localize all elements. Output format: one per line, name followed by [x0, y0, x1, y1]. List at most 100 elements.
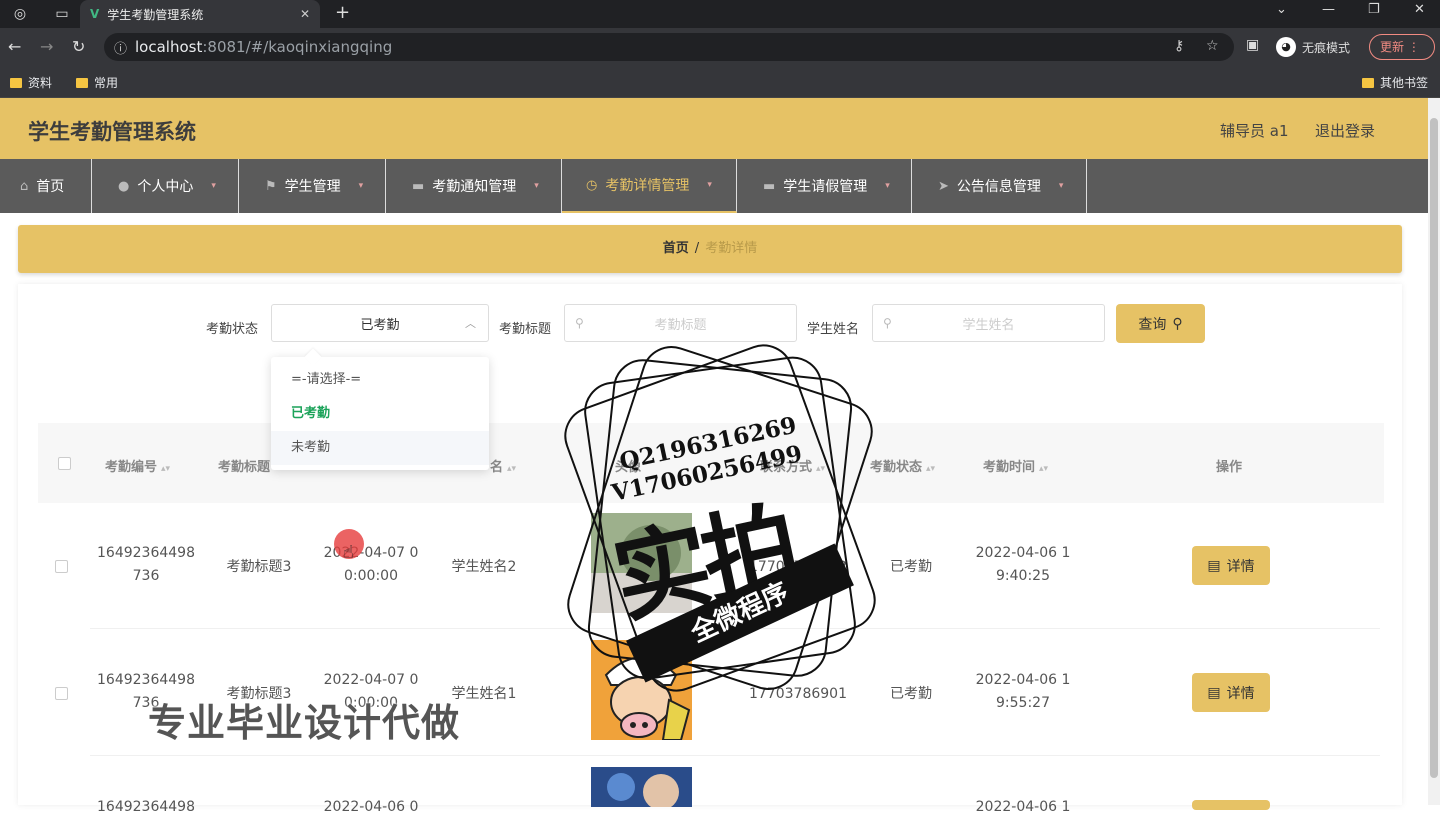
detail-button[interactable]: ▤ 详情 [1192, 673, 1270, 712]
col-header-status[interactable]: 考勤状态 ▴▾ [870, 456, 935, 475]
nav-item-attendance-detail[interactable]: ◷ 考勤详情管理 ▾ [562, 159, 737, 213]
browser-toolbar: ← → ↻ ⓘ localhost:8081/#/kaoqinxiangqing… [0, 28, 1440, 66]
chevron-down-icon[interactable]: ⌄ [1276, 2, 1287, 17]
hand-cursor-icon: ☝ [343, 542, 354, 563]
home-icon: ⌂ [20, 178, 29, 194]
message-icon: ▬ [763, 178, 776, 194]
folder-icon [1362, 77, 1374, 88]
sort-icon[interactable]: ▴▾ [161, 464, 170, 474]
app-header: 学生考勤管理系统 辅导员 a1 退出登录 [0, 98, 1428, 159]
nav-item-students[interactable]: ⚑ 学生管理 ▾ [239, 159, 386, 213]
row-checkbox[interactable] [55, 687, 68, 700]
browser-tab-bar: ◎ ▭ V 学生考勤管理系统 ✕ + ⌄ — ❐ ✕ [0, 0, 1440, 28]
nav-item-notice[interactable]: ▬ 考勤通知管理 ▾ [386, 159, 562, 213]
logout-link[interactable]: 退出登录 [1315, 120, 1375, 141]
detail-button[interactable] [1192, 800, 1270, 810]
option-not-attended[interactable]: 未考勤 [271, 431, 489, 465]
info-icon[interactable]: ⓘ [114, 38, 127, 57]
bookmark-folder-changyong[interactable]: 常用 [76, 74, 118, 91]
status-select[interactable]: 已考勤 ︿ [271, 304, 489, 342]
sort-icon[interactable]: ▴▾ [816, 464, 825, 474]
search-icon: ⚲ [883, 316, 892, 330]
forward-icon[interactable]: → [40, 37, 53, 56]
bookmarks-bar: 资料 常用 其他书签 [0, 66, 1440, 98]
nav-item-home[interactable]: ⌂ 首页 [0, 159, 92, 213]
app-title: 学生考勤管理系统 [28, 120, 196, 144]
nav-item-leave[interactable]: ▬ 学生请假管理 ▾ [737, 159, 912, 213]
tab-title: 学生考勤管理系统 [107, 7, 204, 22]
reload-icon[interactable]: ↻ [72, 37, 85, 56]
sort-icon[interactable]: ▴▾ [1039, 464, 1048, 474]
globe-icon[interactable]: ◎ [10, 4, 30, 24]
row1-avatar [591, 513, 692, 613]
status-filter-label: 考勤状态 [206, 322, 259, 337]
update-button[interactable]: 更新 ⋮ [1369, 34, 1435, 60]
document-icon: ▤ [1207, 557, 1221, 574]
row2-time: 2022-04-06 1 9:55:27 [975, 672, 1071, 711]
caret-down-icon: ▾ [534, 181, 539, 191]
caret-down-icon: ▾ [707, 180, 712, 190]
nav-item-profile[interactable]: ● 个人中心 ▾ [92, 159, 239, 213]
row2-status: 已考勤 [890, 686, 932, 702]
row1-status: 已考勤 [890, 559, 932, 575]
col-header-title[interactable]: 考勤标题 [218, 456, 270, 475]
breadcrumb-current: 考勤详情 [705, 241, 758, 256]
close-window-icon[interactable]: ✕ [1414, 2, 1425, 17]
sort-icon[interactable]: ▴▾ [926, 464, 935, 474]
option-placeholder[interactable]: =-请选择-= [271, 363, 489, 397]
compass-icon: ◷ [586, 177, 598, 193]
status-dropdown: =-请选择-= 已考勤 未考勤 [271, 348, 489, 470]
breadcrumb-separator: / [694, 241, 700, 256]
select-all-checkbox[interactable] [58, 457, 71, 470]
row-divider [90, 628, 1380, 629]
folder-icon [10, 77, 22, 88]
bookmark-star-icon[interactable]: ☆ [1206, 38, 1219, 54]
col-header-time[interactable]: 考勤时间 ▴▾ [983, 456, 1048, 475]
breadcrumb-home[interactable]: 首页 [663, 241, 689, 256]
flag-icon: ⚑ [265, 178, 277, 194]
close-tab-icon[interactable]: ✕ [300, 7, 310, 21]
name-input-placeholder: 学生姓名 [962, 317, 1015, 333]
row3-avatar [591, 767, 692, 807]
row-checkbox[interactable] [55, 560, 68, 573]
option-attended[interactable]: 已考勤 [271, 397, 489, 431]
browser-tab[interactable]: V 学生考勤管理系统 ✕ [80, 0, 320, 28]
chevron-up-icon: ︿ [465, 317, 476, 330]
maximize-icon[interactable]: ❐ [1368, 2, 1380, 17]
new-tab-icon[interactable]: + [335, 2, 350, 23]
col-header-id[interactable]: 考勤编号 ▴▾ [105, 456, 170, 475]
minimize-icon[interactable]: — [1322, 2, 1335, 17]
col-header-action: 操作 [1216, 460, 1243, 475]
incognito-icon: ◕ [1276, 37, 1296, 57]
query-button[interactable]: 查询 ⚲ [1116, 304, 1205, 343]
row1-date: 2022-04-07 0 0:00:00 [323, 545, 419, 584]
name-input[interactable]: ⚲ 学生姓名 [872, 304, 1105, 342]
other-bookmarks[interactable]: 其他书签 [1362, 74, 1428, 91]
detail-button[interactable]: ▤ 详情 [1192, 546, 1270, 585]
title-input[interactable]: ⚲ 考勤标题 [564, 304, 797, 342]
url-host: localhost [135, 38, 203, 56]
caret-down-icon: ▾ [1058, 181, 1064, 191]
col-header-avatar: 头像 [615, 460, 642, 475]
scrollbar-thumb[interactable] [1430, 118, 1438, 778]
row3-time: 2022-04-06 1 [975, 799, 1071, 815]
sort-icon[interactable]: ▴▾ [507, 464, 516, 474]
col-header-phone[interactable]: 联系方式 ▴▾ [760, 456, 825, 475]
incognito-indicator[interactable]: ◕ 无痕模式 [1276, 37, 1350, 57]
send-icon: ➤ [938, 178, 949, 194]
page-scrollbar[interactable] [1428, 98, 1440, 805]
nav-item-announcements[interactable]: ➤ 公告信息管理 ▾ [912, 159, 1087, 213]
caret-down-icon: ▾ [358, 181, 364, 191]
address-bar[interactable]: ⓘ localhost:8081/#/kaoqinxiangqing ⚷ ☆ [104, 33, 1234, 61]
sidebar-icon[interactable]: ▣ [1246, 37, 1259, 53]
title-filter-label: 考勤标题 [499, 322, 552, 337]
key-icon[interactable]: ⚷ [1174, 38, 1184, 54]
row3-id: 16492364498 [97, 799, 195, 815]
search-icon: ⚲ [1172, 315, 1183, 332]
watermark-text: 专业毕业设计代做 [148, 701, 461, 745]
row2-phone: 17703786901 [749, 686, 847, 702]
col-header-name[interactable]: 名 ▴▾ [490, 456, 516, 475]
bookmark-folder-ziliao[interactable]: 资料 [10, 74, 52, 91]
tab-search-icon[interactable]: ▭ [52, 4, 72, 24]
back-icon[interactable]: ← [8, 37, 21, 56]
